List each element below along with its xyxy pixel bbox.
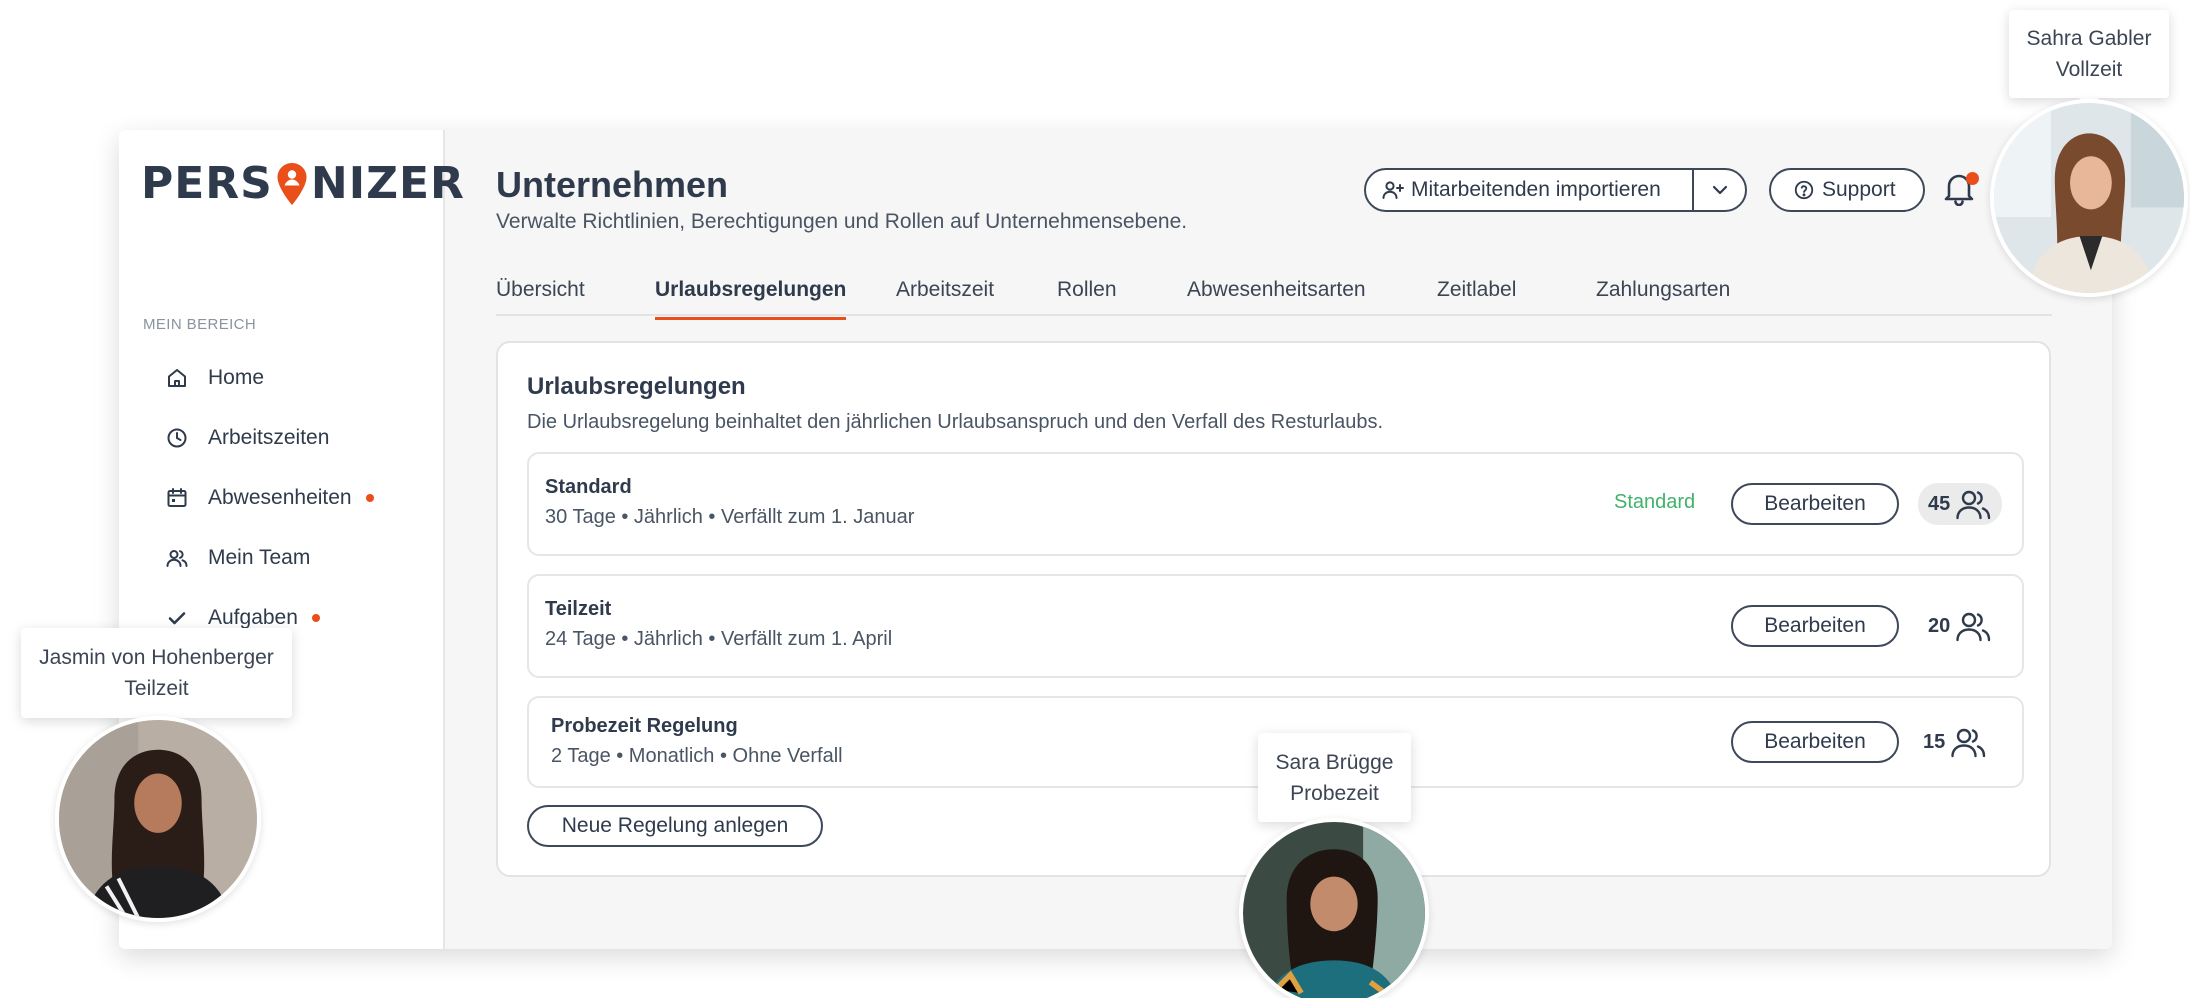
personizer-logo[interactable]: PERS NIZER	[141, 158, 465, 209]
tab-uebersicht[interactable]: Übersicht	[496, 278, 585, 302]
edit-button[interactable]: Bearbeiten	[1731, 605, 1899, 647]
edit-button[interactable]: Bearbeiten	[1731, 483, 1899, 525]
team-icon	[166, 550, 188, 567]
sidebar-item-label: Home	[208, 366, 265, 389]
member-count[interactable]: 15	[1913, 721, 1997, 763]
tab-urlaubsregelungen[interactable]: Urlaubsregelungen	[655, 278, 847, 320]
member-count-value: 45	[1928, 492, 1951, 515]
main-content: Unternehmen Verwalte Richtlinien, Berech…	[445, 130, 2112, 949]
person-tooltip-jasmin: Jasmin von Hohenberger Teilzeit	[21, 628, 292, 718]
policy-description: 24 Tage • Jährlich • Verfällt zum 1. Apr…	[545, 628, 893, 650]
new-policy-button[interactable]: Neue Regelung anlegen	[527, 805, 823, 847]
default-tag: Standard	[1614, 491, 1696, 513]
policy-row-teilzeit: Teilzeit 24 Tage • Jährlich • Verfällt z…	[527, 574, 2024, 678]
card-subtitle: Die Urlaubsregelung beinhaltet den jährl…	[527, 411, 1384, 433]
page-subtitle: Verwalte Richtlinien, Berechtigungen und…	[496, 210, 1188, 233]
tab-abwesenheitsarten[interactable]: Abwesenheitsarten	[1187, 278, 1366, 302]
sidebar-item-abwesenheiten[interactable]: Abwesenheiten	[165, 468, 425, 528]
import-dropdown-toggle[interactable]	[1694, 170, 1745, 210]
check-icon	[168, 612, 186, 625]
avatar-sahra	[1990, 99, 2188, 297]
member-count-value: 20	[1928, 614, 1951, 637]
sidebar-item-arbeitszeiten[interactable]: Arbeitszeiten	[165, 408, 425, 468]
policy-description: 30 Tage • Jährlich • Verfällt zum 1. Jan…	[545, 506, 915, 528]
avatar-sara	[1239, 818, 1429, 998]
person-tooltip-sara: Sara Brügge Probezeit	[1258, 733, 1411, 822]
person-tooltip-sahra: Sahra Gabler Vollzeit	[2009, 10, 2169, 98]
person-photo	[1994, 103, 2184, 293]
users-icon	[1956, 490, 1991, 520]
person-photo	[59, 720, 257, 918]
tab-rollen[interactable]: Rollen	[1057, 278, 1117, 302]
tab-arbeitszeit[interactable]: Arbeitszeit	[896, 278, 994, 302]
member-count[interactable]: 45	[1918, 483, 2003, 525]
avatar-jasmin	[55, 716, 261, 922]
chevron-down-icon	[1712, 185, 1727, 195]
policy-name: Teilzeit	[545, 598, 612, 620]
sidebar-item-label: Abwesenheiten	[208, 486, 352, 509]
add-user-icon	[1382, 181, 1404, 199]
notification-dot	[311, 614, 320, 622]
import-employees-button[interactable]: Mitarbeitenden importieren	[1366, 170, 1694, 210]
logo-text-left: PERS	[141, 158, 273, 209]
help-icon	[1794, 180, 1814, 200]
sidebar-item-mein-team[interactable]: Mein Team	[165, 528, 425, 588]
person-name: Sahra Gabler	[2026, 27, 2152, 50]
import-split-button: Mitarbeitenden importieren	[1364, 168, 1747, 212]
sidebar-item-label: Arbeitszeiten	[208, 426, 330, 449]
sidebar-item-label: Mein Team	[208, 546, 311, 569]
import-employees-label: Mitarbeitenden importieren	[1411, 178, 1661, 201]
support-button[interactable]: Support	[1769, 168, 1925, 212]
policy-row-standard: Standard 30 Tage • Jährlich • Verfällt z…	[527, 452, 2024, 556]
app-window: PERS NIZER MEIN BEREICH Home Arbeitszeit…	[119, 130, 2112, 949]
tab-zeitlabel[interactable]: Zeitlabel	[1437, 278, 1516, 302]
location-pin-icon	[275, 161, 309, 207]
calendar-icon	[167, 488, 187, 507]
edit-button[interactable]: Bearbeiten	[1731, 721, 1899, 763]
member-count-value: 15	[1923, 730, 1946, 753]
person-name: Jasmin von Hohenberger	[39, 646, 274, 669]
notification-badge	[1966, 172, 1979, 185]
policy-name: Standard	[545, 476, 632, 498]
logo-text-right: NIZER	[310, 158, 465, 209]
users-icon	[1956, 612, 1991, 642]
notifications-button[interactable]	[1943, 170, 1981, 212]
person-role: Probezeit	[1290, 781, 1379, 805]
sidebar-item-label: Aufgaben	[208, 606, 298, 629]
tab-bar: Übersicht Urlaubsregelungen Arbeitszeit …	[496, 266, 2052, 320]
section-label: MEIN BEREICH	[143, 316, 257, 333]
notification-dot	[365, 494, 374, 502]
users-icon	[1951, 728, 1986, 758]
person-photo	[1243, 822, 1425, 998]
tab-zahlungsarten[interactable]: Zahlungsarten	[1596, 278, 1730, 302]
support-label: Support	[1822, 178, 1896, 201]
page-title: Unternehmen	[496, 164, 729, 205]
sidebar-item-home[interactable]: Home	[165, 348, 425, 408]
person-name: Sara Brügge	[1275, 750, 1394, 774]
person-role: Teilzeit	[124, 677, 189, 700]
member-count[interactable]: 20	[1918, 605, 2002, 647]
policy-name: Probezeit Regelung	[551, 715, 738, 737]
policy-description: 2 Tage • Monatlich • Ohne Verfall	[551, 745, 843, 767]
home-icon	[168, 369, 186, 387]
sidebar-nav: Home Arbeitszeiten Abwesenheiten Mein Te…	[165, 348, 425, 648]
card-title: Urlaubsregelungen	[527, 373, 746, 400]
person-role: Vollzeit	[2055, 58, 2123, 81]
clock-icon	[167, 428, 187, 448]
